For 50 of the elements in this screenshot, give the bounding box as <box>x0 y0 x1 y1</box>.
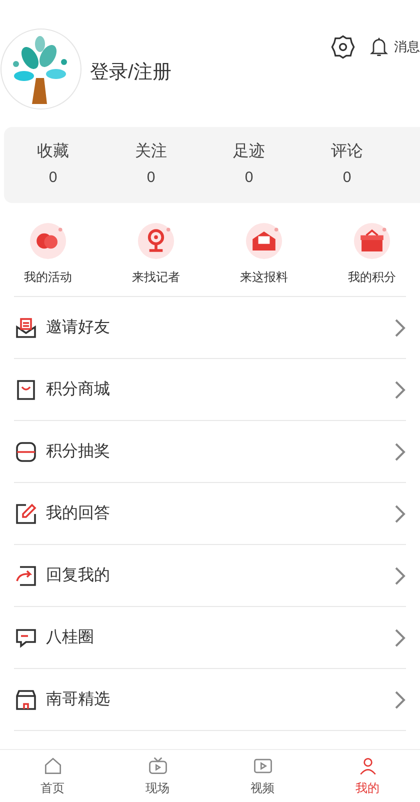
menu-item[interactable]: 回复我的 <box>14 545 406 607</box>
menu-item[interactable]: 我的回答 <box>14 483 406 545</box>
settings-icon[interactable] <box>330 34 356 60</box>
share-arrow-icon <box>14 564 38 588</box>
menu-label: 我的回答 <box>46 504 110 524</box>
tab[interactable]: 视频 <box>210 750 315 802</box>
menu-label: 八桂圈 <box>46 628 94 648</box>
tv-icon <box>146 755 168 777</box>
envelope-icon <box>245 222 283 260</box>
stat-label[interactable]: 足迹 <box>233 140 265 164</box>
menu-label: 积分商城 <box>46 380 110 400</box>
bag-icon <box>14 378 38 402</box>
chevron-right-icon <box>394 566 406 586</box>
gift-icon <box>353 222 391 260</box>
tab[interactable]: 我的 <box>315 750 420 802</box>
chevron-right-icon <box>394 690 406 710</box>
chevron-right-icon <box>394 504 406 524</box>
stat-count: 0 <box>146 168 156 188</box>
menu-label: 积分抽奖 <box>46 442 110 462</box>
stat-count: 0 <box>48 168 58 188</box>
menu-label: 回复我的 <box>46 566 110 586</box>
stat-label[interactable]: 评论 <box>331 140 363 164</box>
envelope-icon <box>14 316 38 340</box>
chevron-right-icon <box>394 628 406 648</box>
shortcut-button[interactable]: 来这报料 <box>234 222 294 286</box>
menu-item[interactable]: 积分商城 <box>14 359 406 421</box>
menu-item[interactable]: 邀请好友 <box>14 297 406 359</box>
menu-item[interactable]: 南哥精选 <box>14 669 406 731</box>
chevron-right-icon <box>394 442 406 462</box>
stat-label[interactable]: 收藏 <box>37 140 69 164</box>
tab[interactable]: 首页 <box>0 750 105 802</box>
login-link[interactable]: 登录/注册 <box>90 59 172 88</box>
menu-item[interactable]: 八桂圈 <box>14 607 406 669</box>
messages-button[interactable]: 消息 <box>368 36 420 58</box>
stat-label[interactable]: 关注 <box>135 140 167 164</box>
pencil-icon <box>14 502 38 526</box>
store-icon <box>14 688 38 712</box>
menu-label: 邀请好友 <box>46 318 110 338</box>
shortcut-button[interactable]: 我的积分 <box>342 222 402 286</box>
camera-icon <box>137 222 175 260</box>
menu-item[interactable]: 积分抽奖 <box>14 421 406 483</box>
tab[interactable]: 现场 <box>105 750 210 802</box>
shortcut-button[interactable]: 来找记者 <box>126 222 186 286</box>
chevron-right-icon <box>394 380 406 400</box>
chevron-right-icon <box>394 318 406 338</box>
menu-label: 南哥精选 <box>46 690 110 710</box>
stat-count: 0 <box>244 168 254 188</box>
stat-count: 0 <box>342 168 352 188</box>
shortcut-button[interactable]: 我的活动 <box>18 222 78 286</box>
bell-icon <box>368 36 390 58</box>
